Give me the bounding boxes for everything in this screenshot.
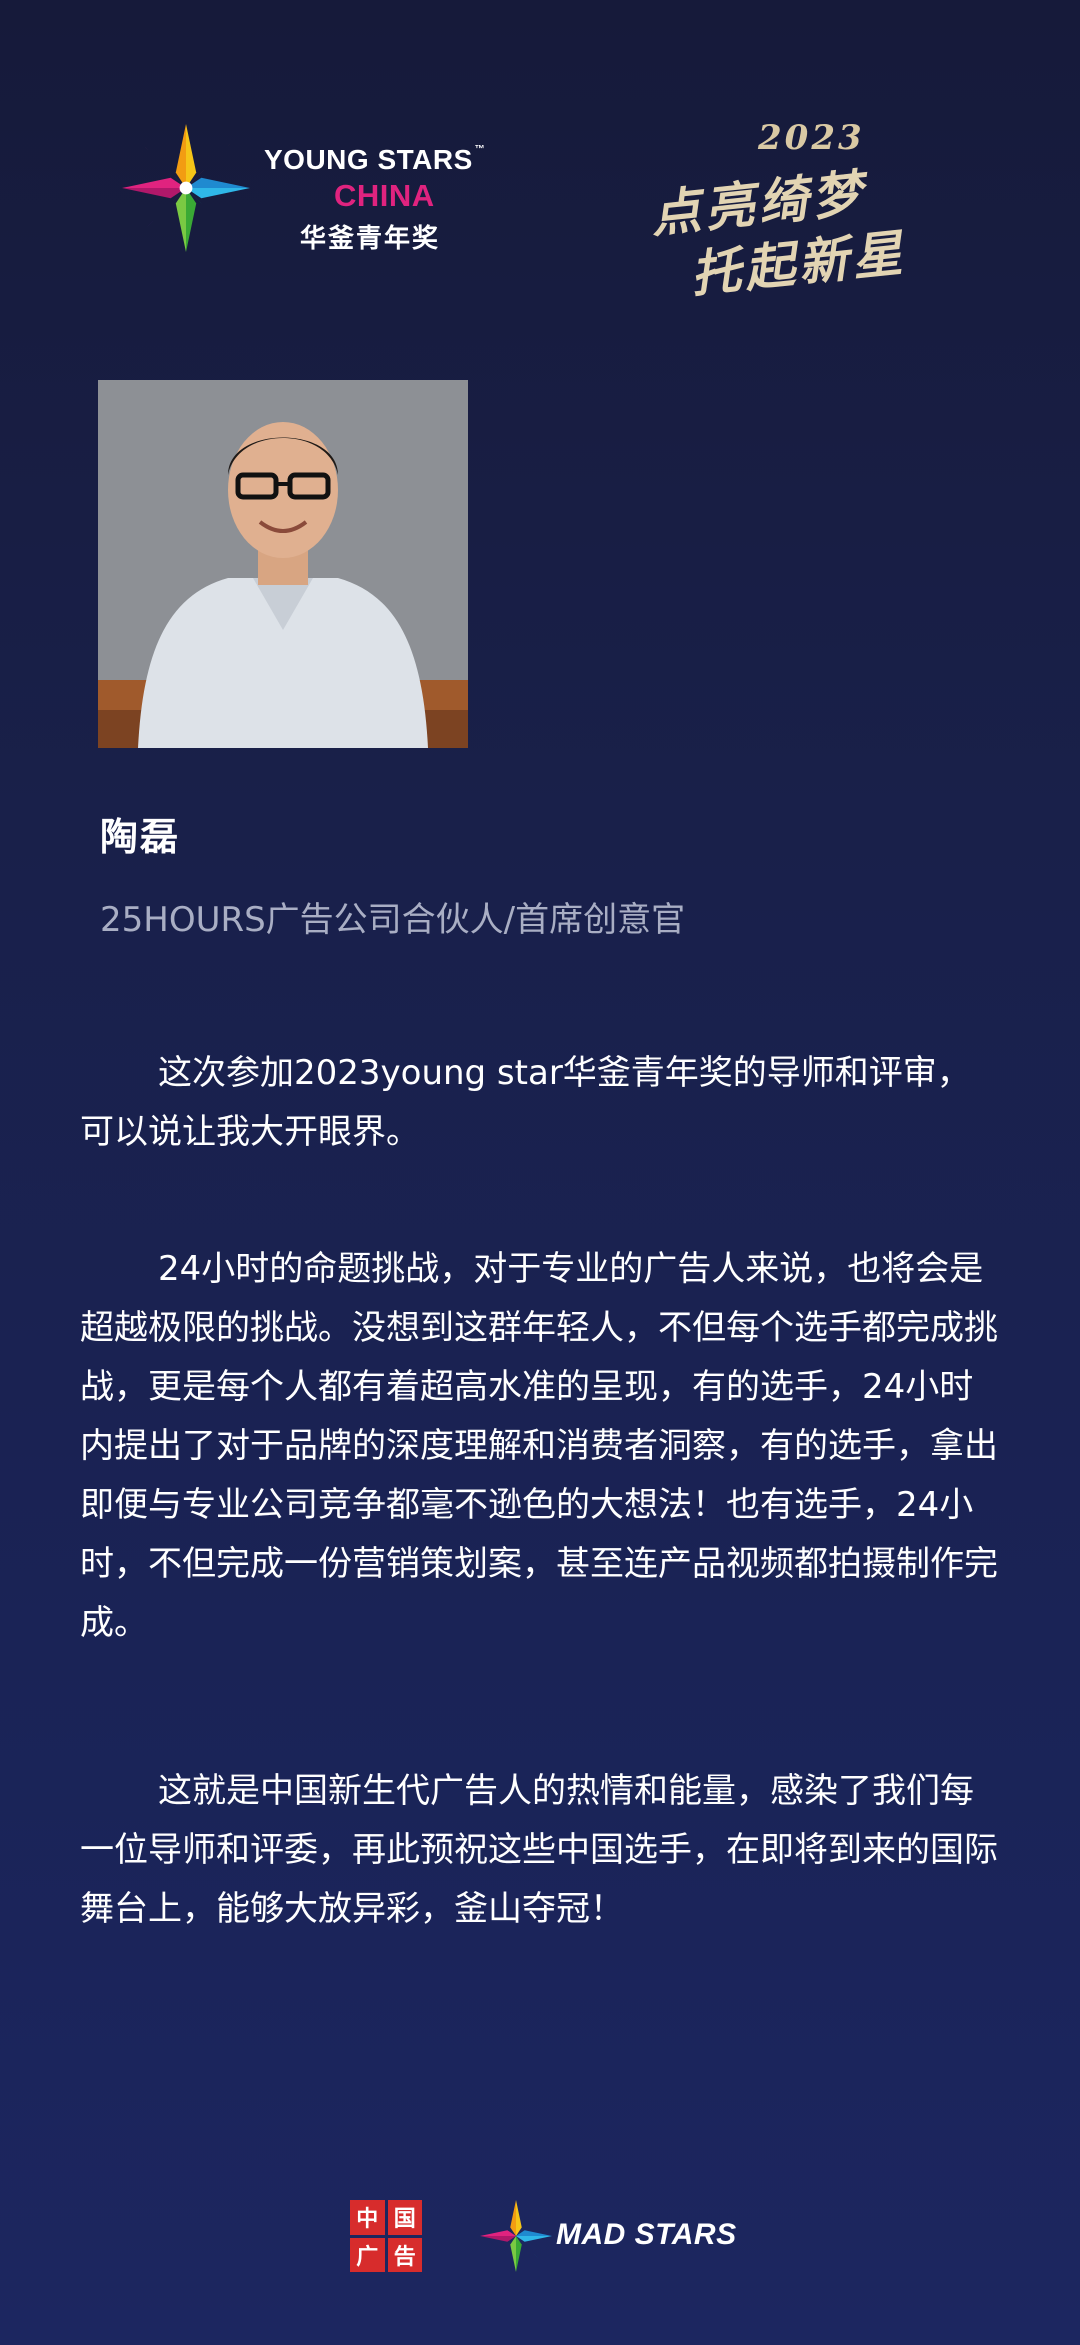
cad-char: 国 xyxy=(387,2200,422,2235)
person-title: 25HOURS广告公司合伙人/首席创意官 xyxy=(100,900,686,940)
paragraph-2-text: 24小时的命题挑战，对于专业的广告人来说，也将会是超越极限的挑战。没想到这群年轻… xyxy=(80,1249,998,1643)
mad-stars-wordmark: MAD STARS xyxy=(556,2218,737,2251)
paragraph-3: 这就是中国新生代广告人的热情和能量，感染了我们每一位导师和评委，再此预祝这些中国… xyxy=(80,1762,1000,1939)
paragraph-1: 这次参加2023young star华釜青年奖的导师和评审，可以说让我大开眼界。 xyxy=(80,1044,1000,1162)
young-stars-china-logo: YOUNG STARS ™ CHINA 华釜青年奖 xyxy=(122,118,485,268)
paragraph-3-text: 这就是中国新生代广告人的热情和能量，感染了我们每一位导师和评委，再此预祝这些中国… xyxy=(80,1771,998,1929)
china-advertising-logo: 中 国 广 告 xyxy=(350,2200,422,2272)
cad-char: 中 xyxy=(350,2200,385,2235)
footer-logos: 中 国 广 告 MAD STARS xyxy=(350,2200,750,2272)
paragraph-2: 24小时的命题挑战，对于专业的广告人来说，也将会是超越极限的挑战。没想到这群年轻… xyxy=(80,1240,1000,1653)
mad-stars-star-icon xyxy=(480,2200,552,2272)
slogan-year: 2023 xyxy=(758,118,865,158)
cad-char: 广 xyxy=(350,2237,385,2272)
paragraph-1-text: 这次参加2023young star华釜青年奖的导师和评审，可以说让我大开眼界。 xyxy=(80,1053,971,1152)
young-stars-star-icon xyxy=(122,124,250,252)
slogan-logo: 2023 点亮绮梦 托起新星 xyxy=(640,118,980,304)
cad-char: 告 xyxy=(387,2237,422,2272)
young-stars-wordmark: YOUNG STARS ™ xyxy=(264,144,486,175)
person-name: 陶磊 xyxy=(100,815,181,859)
china-wordmark: CHINA xyxy=(334,178,435,213)
portrait-photo xyxy=(98,380,468,748)
award-chinese-name: 华釜青年奖 xyxy=(300,224,441,254)
